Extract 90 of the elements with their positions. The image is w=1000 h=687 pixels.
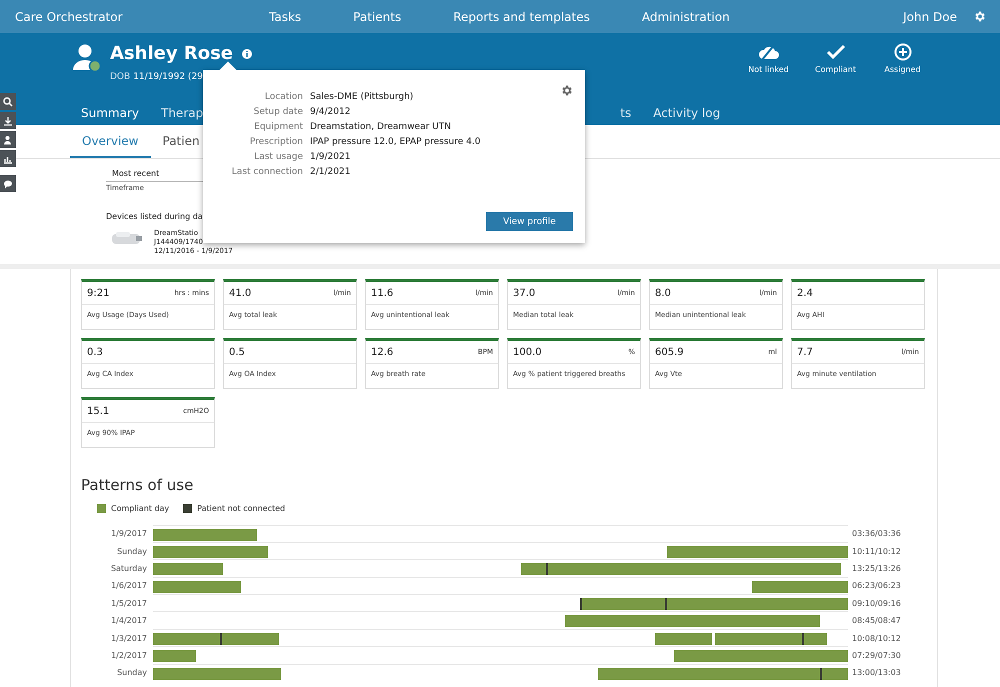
not-connected-mark: [820, 668, 822, 680]
app-name: Care Orchestrator: [15, 10, 124, 24]
field-value: 1/9/2021: [310, 152, 352, 162]
side-tool-button[interactable]: [0, 93, 16, 110]
metric-value: 0.3: [87, 346, 103, 358]
user-icon: [3, 134, 13, 144]
download-icon: [3, 116, 13, 126]
settings-icon[interactable]: [560, 84, 573, 97]
usage-times: 10:11/10:12: [852, 546, 901, 556]
field-value: 9/4/2012: [310, 107, 352, 117]
devices-heading: Devices listed during da: [106, 212, 203, 221]
tab[interactable]: Summary: [70, 93, 150, 135]
day-label: 1/5/2017: [110, 598, 148, 608]
field-value: IPAP pressure 12.0, EPAP pressure 4.0: [310, 137, 482, 147]
metric-value: 0.5: [229, 346, 245, 358]
usage-bar: [153, 563, 222, 576]
not-connected-mark: [546, 563, 548, 576]
patient-name: Ashley Rose: [110, 43, 233, 64]
usage-times: 13:25/13:26: [852, 564, 901, 573]
tab[interactable]: ts: [609, 93, 642, 135]
field-value: Dreamstation, Dreamwear UTN: [310, 122, 452, 132]
metric-value: 15.1: [87, 406, 110, 416]
day-label: 1/6/2017: [110, 581, 148, 590]
day-label: 1/2/2017: [110, 650, 148, 660]
usage-times: 08:45/08:47: [852, 616, 901, 626]
not-connected-mark: [665, 598, 668, 610]
field-label: Location: [264, 92, 303, 102]
timeframe-dropdown[interactable]: Most recent: [106, 159, 207, 182]
field-label: Last usage: [253, 152, 303, 162]
day-label: 1/3/2017: [110, 634, 148, 643]
metric-value: 37.0: [513, 288, 536, 298]
side-tool-button[interactable]: [0, 150, 16, 167]
info-icon[interactable]: [242, 48, 252, 58]
legend-label: Compliant day: [111, 504, 170, 513]
metric-value: 2.4: [797, 288, 813, 298]
metric-value: 100.0: [513, 346, 542, 358]
comment-icon: [3, 178, 13, 188]
legend-label: Patient not connected: [197, 504, 286, 513]
metric-value: 12.6: [371, 346, 394, 358]
usage-times: 09:10/09:16: [852, 598, 901, 608]
status-label: Not linked: [748, 65, 789, 74]
field-label: Prescription: [248, 137, 303, 147]
device-icon: [110, 229, 144, 247]
status-label: Assigned: [884, 65, 921, 74]
usage-times: 06:23/06:23: [852, 581, 901, 590]
day-label: Saturday: [110, 564, 148, 573]
field-value: 2/1/2021: [310, 167, 352, 177]
user-name-link[interactable]: John Doe: [903, 10, 957, 24]
metric-value: 7.7: [797, 346, 813, 358]
day-label: 1/9/2017: [110, 529, 148, 538]
dob-value: 11/19/1992 (29: [133, 72, 203, 82]
metric-value: 41.0: [229, 288, 252, 298]
not-connected-mark: [802, 632, 804, 645]
field-label: Equipment: [253, 122, 303, 132]
field-label: Last connection: [230, 167, 303, 177]
metric-value: 11.6: [371, 288, 394, 298]
nav-link[interactable]: Reports and templates: [453, 10, 590, 24]
day-label: 1/4/2017: [110, 616, 148, 626]
dob-label: DOB: [110, 72, 130, 82]
settings-icon[interactable]: [973, 10, 986, 23]
usage-times: 13:00/13:03: [852, 668, 901, 678]
metric-value: 8.0: [655, 288, 671, 298]
nav-link[interactable]: Patients: [353, 10, 402, 24]
field-value: Sales-DME (Pittsburgh): [310, 92, 414, 102]
tab[interactable]: Activity log: [642, 93, 732, 135]
usage-bar: [654, 632, 712, 645]
day-label: Sunday: [116, 668, 148, 678]
usage-times: 10:08/10:12: [852, 634, 901, 643]
not-connected-mark: [580, 598, 582, 610]
check-icon: [826, 43, 846, 61]
sub-tab[interactable]: Overview: [70, 125, 150, 158]
usage-times: 07:29/07:30: [852, 650, 901, 660]
metric-value: 9:21: [87, 288, 110, 298]
usage-times: 03:36/03:36: [852, 529, 901, 538]
patient-avatar-icon: [72, 43, 102, 73]
usage-bar: [153, 650, 196, 662]
status-label: Compliant: [815, 65, 856, 74]
day-label: Sunday: [116, 546, 148, 556]
view-profile-button[interactable]: View profile: [486, 212, 573, 231]
side-tool-button[interactable]: [0, 112, 16, 129]
search-icon: [3, 96, 13, 106]
add-circle-icon: [894, 43, 912, 61]
side-tool-button[interactable]: [0, 175, 16, 192]
not-connected-mark: [220, 632, 222, 645]
section-title: Patterns of use: [81, 476, 194, 494]
nav-link[interactable]: Administration: [642, 10, 730, 24]
nav-link[interactable]: Tasks: [269, 10, 302, 24]
field-label: Setup date: [252, 107, 303, 117]
metric-value: 605.9: [655, 346, 684, 358]
side-tool-button[interactable]: [0, 131, 16, 148]
